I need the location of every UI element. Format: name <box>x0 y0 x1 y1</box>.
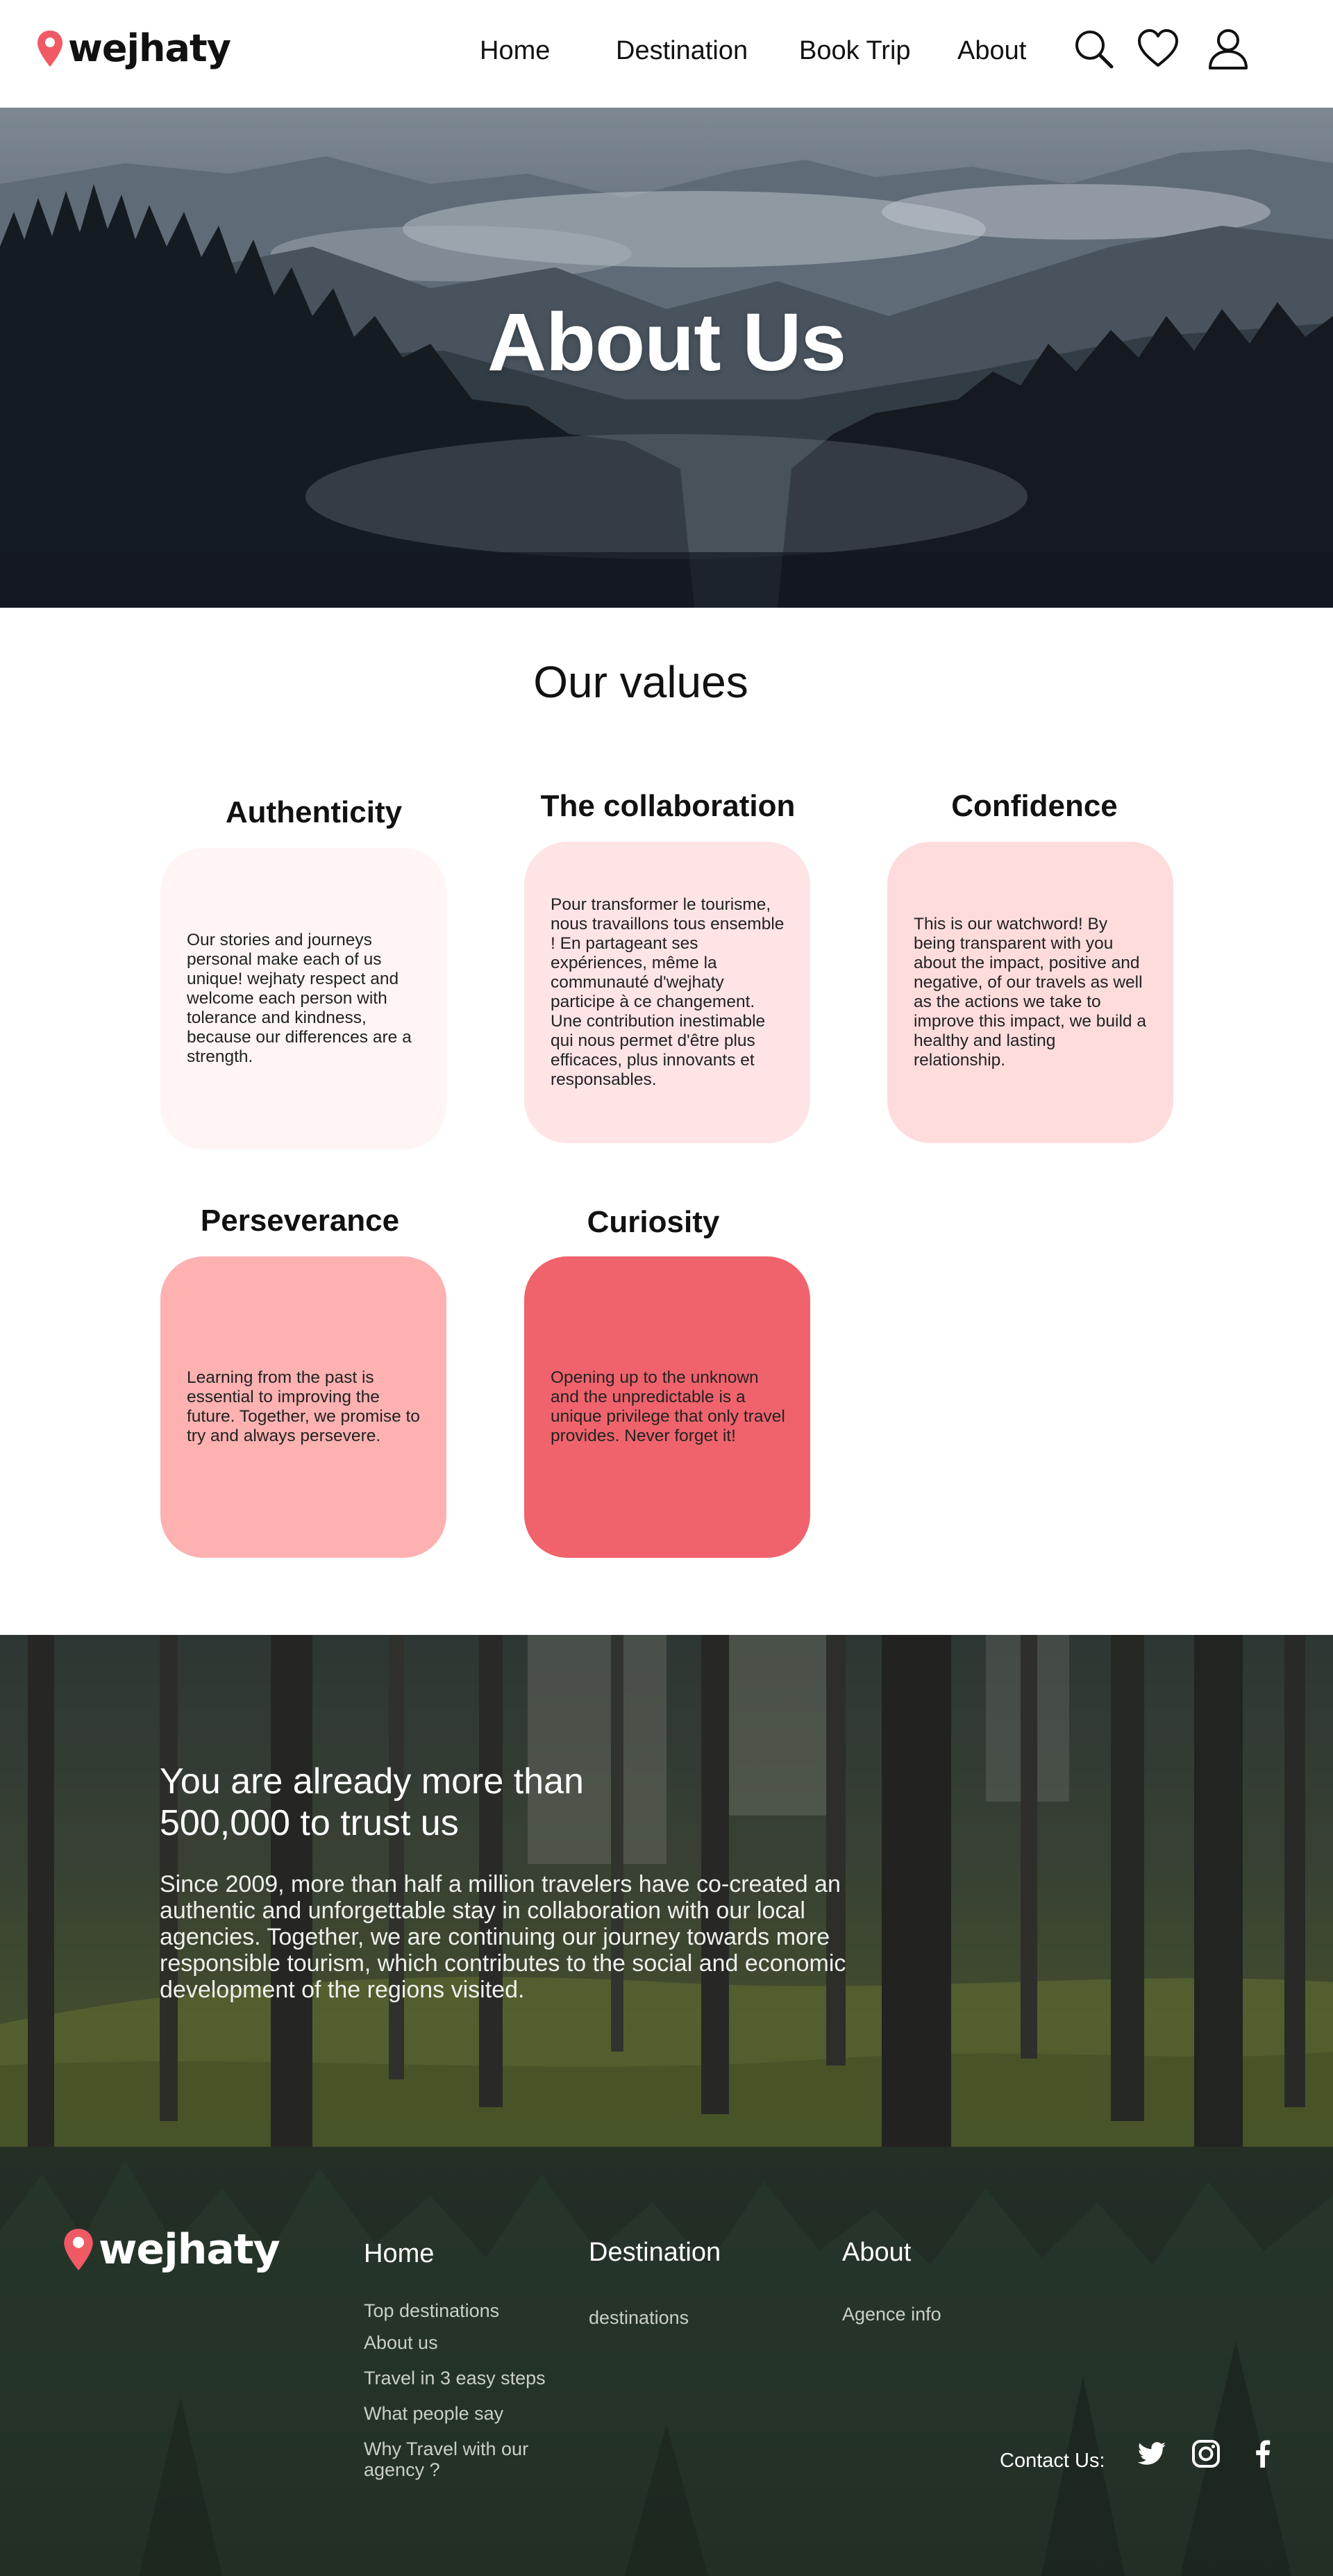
site-header: wejhaty Home Destination Book Trip About <box>0 0 1333 108</box>
value-text: Learning from the past is essential to i… <box>187 1368 420 1445</box>
value-card-confidence: This is our watchword! By being transpar… <box>887 842 1173 1143</box>
footer-link-destinations[interactable]: destinations <box>589 2307 689 2328</box>
nav-book-trip[interactable]: Book Trip <box>799 36 911 66</box>
footer-col-destination-title: Destination <box>589 2238 721 2267</box>
nav-about[interactable]: About <box>957 36 1026 66</box>
footer-col-home-title: Home <box>364 2239 435 2268</box>
pine-trees-image <box>0 2161 1333 2576</box>
site-footer: wejhaty Home Top destinations About us T… <box>0 2147 1333 2576</box>
footer-link-three-steps[interactable]: Travel in 3 easy steps <box>364 2368 546 2388</box>
value-card-perseverance: Learning from the past is essential to i… <box>160 1256 446 1558</box>
user-icon[interactable] <box>1206 26 1250 71</box>
trust-body: Since 2009, more than half a million tra… <box>160 1871 846 2003</box>
heart-icon[interactable] <box>1136 26 1180 71</box>
nav-home[interactable]: Home <box>480 36 550 66</box>
search-icon[interactable] <box>1071 26 1116 71</box>
footer-link-testimonials[interactable]: What people say <box>364 2403 503 2424</box>
value-title-curiosity: Curiosity <box>587 1205 720 1239</box>
value-title-authenticity: Authenticity <box>225 795 403 829</box>
value-card-authenticity: Our stories and journeys personal make e… <box>160 848 446 1149</box>
hero-banner: About Us <box>0 108 1333 608</box>
nav-destination[interactable]: Destination <box>616 36 748 66</box>
footer-col-about-title: About <box>842 2238 912 2267</box>
footer-logo[interactable]: wejhaty <box>62 2225 280 2274</box>
value-card-collaboration: Pour transformer le tourisme, nous trava… <box>524 842 810 1143</box>
footer-brand-name: wejhaty <box>99 2225 280 2274</box>
page-title: About Us <box>487 297 846 388</box>
facebook-icon[interactable] <box>1246 2437 1280 2470</box>
location-pin-icon <box>64 2229 93 2270</box>
value-card-curiosity: Opening up to the unknown and the unpred… <box>524 1256 810 1558</box>
trust-heading: You are already more than 500,000 to tru… <box>160 1761 584 1843</box>
header-logo[interactable]: wejhaty <box>36 26 231 70</box>
value-title-perseverance: Perseverance <box>200 1204 400 1238</box>
footer-link-about-us[interactable]: About us <box>364 2332 438 2353</box>
footer-link-top-destinations[interactable]: Top destinations <box>364 2300 499 2321</box>
brand-name: wejhaty <box>68 26 231 70</box>
footer-link-agence-info[interactable]: Agence info <box>842 2304 941 2325</box>
footer-link-why-travel[interactable]: Why Travel with our agency ? <box>364 2438 572 2480</box>
instagram-icon[interactable] <box>1189 2437 1223 2470</box>
location-pin-icon <box>37 30 62 67</box>
contact-label: Contact Us: <box>1000 2450 1105 2472</box>
value-text: Opening up to the unknown and the unpred… <box>551 1368 785 1445</box>
value-text: Pour transformer le tourisme, nous trava… <box>551 895 785 1089</box>
trust-banner: You are already more than 500,000 to tru… <box>0 1635 1333 2147</box>
values-heading: Our values <box>533 657 748 707</box>
value-title-confidence: Confidence <box>951 789 1118 823</box>
value-text: This is our watchword! By being transpar… <box>914 915 1146 1070</box>
value-text: Our stories and journeys personal make e… <box>187 931 412 1066</box>
twitter-icon[interactable] <box>1135 2437 1168 2470</box>
value-title-collaboration: The collaboration <box>540 789 796 823</box>
